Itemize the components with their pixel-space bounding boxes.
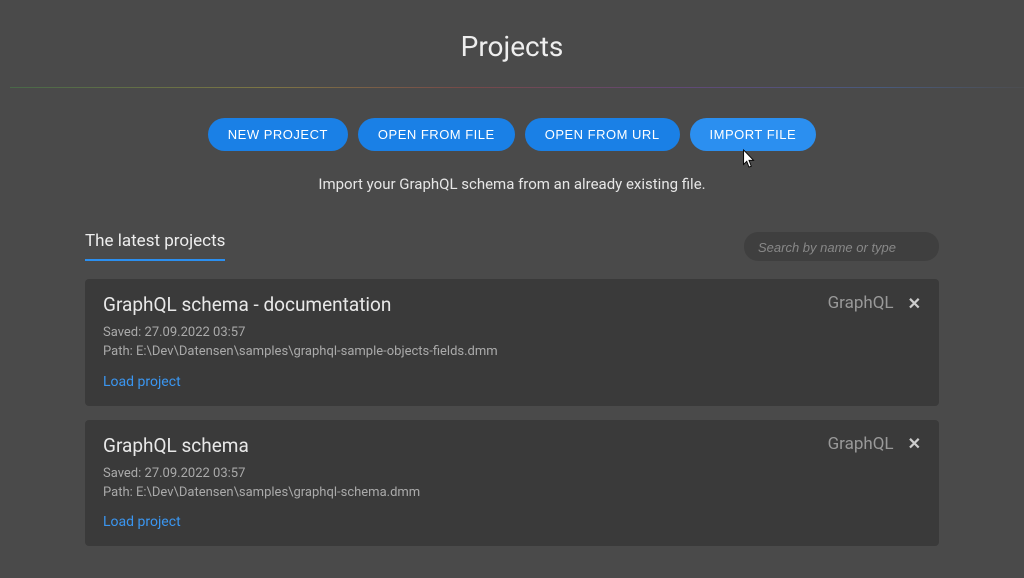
project-type-label: GraphQL bbox=[828, 434, 894, 454]
divider bbox=[10, 87, 1024, 88]
latest-projects-header: The latest projects bbox=[85, 231, 225, 261]
action-button-row: NEW PROJECT OPEN FROM FILE OPEN FROM URL… bbox=[0, 118, 1024, 151]
open-from-url-button[interactable]: OPEN FROM URL bbox=[525, 118, 680, 151]
close-icon[interactable]: ✕ bbox=[908, 434, 921, 453]
close-icon[interactable]: ✕ bbox=[908, 294, 921, 313]
project-title: GraphQL schema bbox=[103, 434, 420, 457]
project-saved: Saved: 27.09.2022 03:57 bbox=[103, 324, 498, 343]
page-title: Projects bbox=[0, 30, 1024, 63]
project-path: Path: E:\Dev\Datensen\samples\graphql-sc… bbox=[103, 484, 420, 503]
subtitle-text: Import your GraphQL schema from an alrea… bbox=[0, 175, 1024, 193]
load-project-link[interactable]: Load project bbox=[103, 514, 181, 530]
project-title: GraphQL schema - documentation bbox=[103, 293, 498, 316]
project-type-label: GraphQL bbox=[828, 293, 894, 313]
import-file-button[interactable]: IMPORT FILE bbox=[690, 118, 817, 151]
open-from-file-button[interactable]: OPEN FROM FILE bbox=[358, 118, 515, 151]
new-project-button[interactable]: NEW PROJECT bbox=[208, 118, 348, 151]
load-project-link[interactable]: Load project bbox=[103, 374, 181, 390]
project-card: GraphQL schema - documentation Saved: 27… bbox=[85, 279, 939, 406]
project-saved: Saved: 27.09.2022 03:57 bbox=[103, 465, 420, 484]
project-path: Path: E:\Dev\Datensen\samples\graphql-sa… bbox=[103, 343, 498, 362]
search-wrapper bbox=[744, 232, 939, 261]
project-card: GraphQL schema Saved: 27.09.2022 03:57 P… bbox=[85, 420, 939, 547]
search-input[interactable] bbox=[758, 240, 925, 255]
